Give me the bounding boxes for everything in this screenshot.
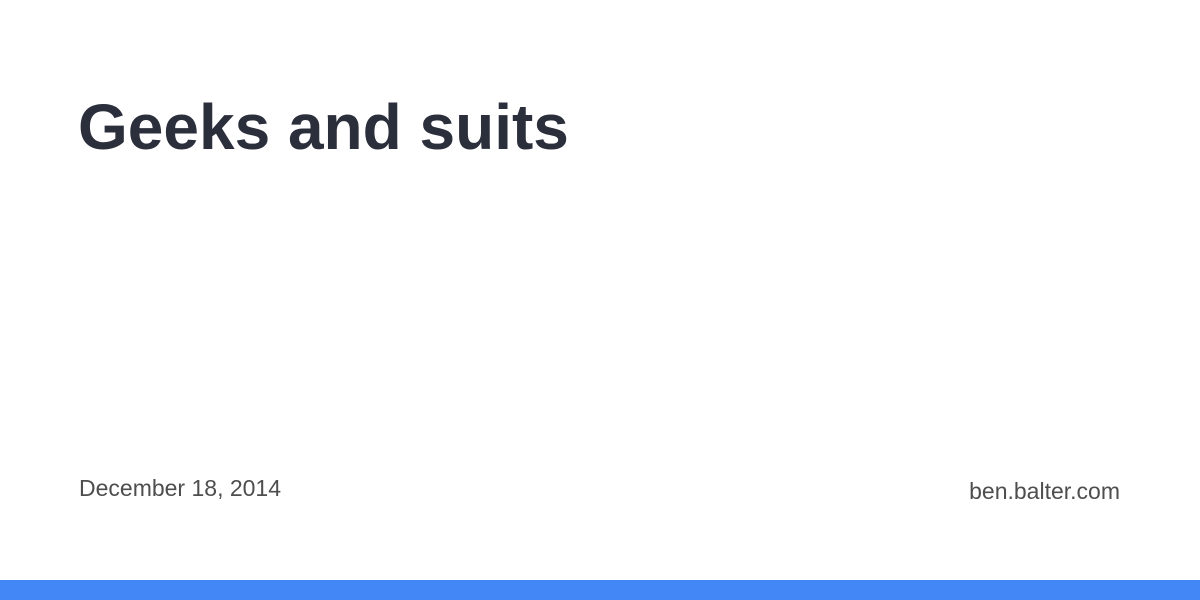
site-domain: ben.balter.com [969, 478, 1120, 504]
post-date: December 18, 2014 [79, 475, 282, 501]
social-card: Geeks and suits December 18, 2014 ben.ba… [0, 0, 1200, 600]
post-title: Geeks and suits [78, 91, 569, 163]
accent-bar [0, 580, 1200, 600]
